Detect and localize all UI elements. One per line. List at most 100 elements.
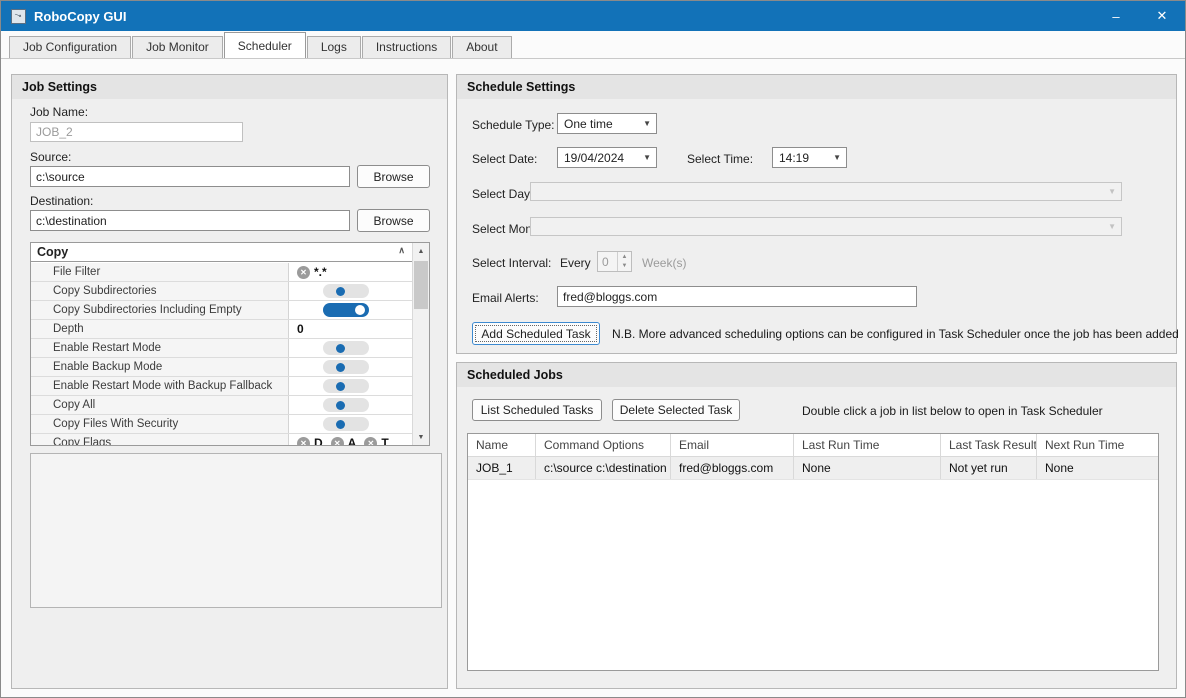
job-settings-panel: Job Settings Job Name: JOB_2 Source: c:\… — [11, 74, 448, 689]
add-scheduled-task-button[interactable]: Add Scheduled Task — [472, 322, 600, 345]
column-header[interactable]: Last Task Result — [941, 434, 1037, 456]
select-time-label: Select Time: — [687, 152, 753, 166]
schedule-type-value: One time — [564, 117, 613, 131]
select-date-picker[interactable]: 19/04/2024 ▼ — [557, 147, 657, 168]
copy-option-value — [289, 415, 412, 433]
remove-circle-icon[interactable]: ✕ — [331, 437, 344, 447]
scheduled-jobs-title: Scheduled Jobs — [457, 363, 1176, 387]
table-cell: fred@bloggs.com — [671, 457, 794, 479]
scheduled-jobs-table[interactable]: NameCommand OptionsEmailLast Run TimeLas… — [467, 433, 1159, 671]
column-header[interactable]: Last Run Time — [794, 434, 941, 456]
title-bar: RoboCopy GUI – ✕ — [1, 1, 1185, 31]
tab-job-configuration[interactable]: Job Configuration — [9, 36, 131, 58]
stepper-down-icon: ▼ — [618, 262, 631, 272]
chevron-down-icon: ▼ — [1108, 187, 1121, 196]
toggle-switch[interactable] — [323, 417, 369, 431]
copy-option-value — [289, 301, 412, 319]
copy-option-label: Copy All — [31, 396, 289, 414]
email-alerts-input[interactable]: fred@bloggs.com — [557, 286, 917, 307]
scroll-down-icon[interactable]: ▼ — [413, 429, 429, 445]
copy-flag-value: D — [314, 436, 323, 446]
column-header[interactable]: Next Run Time — [1037, 434, 1158, 456]
scheduler-note: N.B. More advanced scheduling options ca… — [612, 327, 1179, 341]
table-cell: None — [1037, 457, 1158, 479]
copy-flag-value: A — [348, 436, 357, 446]
collapse-chevron-icon[interactable]: ∧ — [398, 245, 405, 256]
toggle-switch[interactable] — [323, 360, 369, 374]
copy-options-scrollbar[interactable]: ▲ ▼ — [412, 243, 429, 445]
select-date-value: 19/04/2024 — [564, 151, 624, 165]
minimize-button[interactable]: – — [1093, 1, 1139, 31]
scrollbar-thumb[interactable] — [414, 261, 428, 309]
copy-option-label: Enable Restart Mode with Backup Fallback — [31, 377, 289, 395]
toggle-switch[interactable] — [323, 398, 369, 412]
toggle-knob — [336, 401, 345, 410]
copy-option-label: Copy Subdirectories Including Empty — [31, 301, 289, 319]
copy-options-rows: File Filter✕*.*Copy SubdirectoriesCopy S… — [31, 263, 412, 445]
source-label: Source: — [30, 150, 71, 164]
every-label: Every — [560, 256, 591, 270]
toggle-knob — [336, 287, 345, 296]
table-cell: c:\source c:\destination "... — [536, 457, 671, 479]
toggle-switch[interactable] — [323, 303, 369, 317]
toggle-switch[interactable] — [323, 284, 369, 298]
job-notes-box — [30, 453, 442, 608]
tab-about[interactable]: About — [452, 36, 511, 58]
copy-option-label: Copy Flags — [31, 434, 289, 446]
chevron-down-icon: ▼ — [1108, 222, 1121, 231]
copy-option-value — [289, 358, 412, 376]
select-date-label: Select Date: — [472, 152, 537, 166]
copy-flag-value: T — [381, 436, 388, 446]
robocopy-gui-window: { "window": { "title": "RoboCopy GUI", "… — [0, 0, 1186, 698]
file-filter-value: *.* — [314, 265, 327, 279]
copy-option-label: Depth — [31, 320, 289, 338]
copy-group-header[interactable]: Copy ∧ — [31, 243, 429, 262]
remove-circle-icon[interactable]: ✕ — [364, 437, 377, 447]
tab-instructions[interactable]: Instructions — [362, 36, 451, 58]
table-row[interactable]: JOB_1c:\source c:\destination "...fred@b… — [468, 457, 1158, 480]
copy-option-row: Enable Restart Mode with Backup Fallback — [31, 377, 412, 396]
app-icon — [11, 9, 26, 24]
select-months-select: ▼ — [530, 217, 1122, 236]
job-name-input[interactable]: JOB_2 — [30, 122, 243, 142]
tab-job-monitor[interactable]: Job Monitor — [132, 36, 223, 58]
delete-selected-task-button[interactable]: Delete Selected Task — [612, 399, 740, 421]
copy-options-list: Copy ∧ File Filter✕*.*Copy Subdirectorie… — [30, 242, 430, 446]
scroll-up-icon[interactable]: ▲ — [413, 243, 429, 259]
close-button[interactable]: ✕ — [1139, 1, 1185, 31]
interval-value: 0 — [598, 252, 617, 271]
toggle-knob — [336, 344, 345, 353]
chevron-down-icon: ▼ — [643, 153, 656, 162]
schedule-type-select[interactable]: One time ▼ — [557, 113, 657, 134]
tab-scheduler[interactable]: Scheduler — [224, 32, 306, 58]
copy-option-value — [289, 339, 412, 357]
toggle-knob — [336, 420, 345, 429]
copy-option-row: Depth 0 — [31, 320, 412, 339]
toggle-switch[interactable] — [323, 379, 369, 393]
toggle-switch[interactable] — [323, 341, 369, 355]
copy-option-label: Copy Subdirectories — [31, 282, 289, 300]
window-title: RoboCopy GUI — [34, 9, 126, 24]
column-header[interactable]: Email — [671, 434, 794, 456]
remove-circle-icon[interactable]: ✕ — [297, 266, 310, 279]
interval-unit-label: Week(s) — [642, 256, 686, 270]
toggle-knob — [336, 382, 345, 391]
list-scheduled-tasks-button[interactable]: List Scheduled Tasks — [472, 399, 602, 421]
destination-input[interactable]: c:\destination — [30, 210, 350, 231]
depth-value: 0 — [297, 322, 304, 336]
copy-option-row: Enable Backup Mode — [31, 358, 412, 377]
browse-destination-button[interactable]: Browse — [357, 209, 430, 232]
copy-option-value — [289, 396, 412, 414]
select-time-picker[interactable]: 14:19 ▼ — [772, 147, 847, 168]
scheduler-tab-page: Job Settings Job Name: JOB_2 Source: c:\… — [1, 58, 1185, 697]
remove-circle-icon[interactable]: ✕ — [297, 437, 310, 447]
source-input[interactable]: c:\source — [30, 166, 350, 187]
copy-option-value: ✕ *.* — [289, 263, 412, 281]
column-header[interactable]: Command Options — [536, 434, 671, 456]
copy-option-row: Copy Files With Security — [31, 415, 412, 434]
copy-option-value: 0 — [289, 320, 412, 338]
chevron-down-icon: ▼ — [833, 153, 846, 162]
browse-source-button[interactable]: Browse — [357, 165, 430, 188]
tab-logs[interactable]: Logs — [307, 36, 361, 58]
column-header[interactable]: Name — [468, 434, 536, 456]
